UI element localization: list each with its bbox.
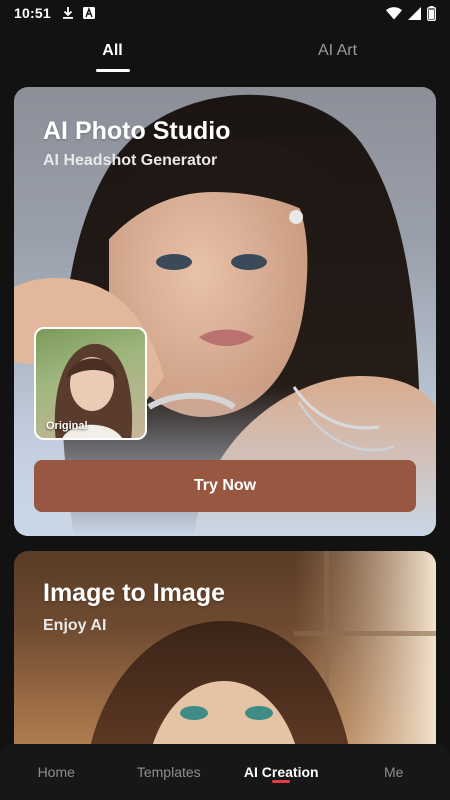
card-subtitle: AI Headshot Generator xyxy=(43,152,218,169)
nav-templates-label: Templates xyxy=(136,764,201,780)
nav-active-indicator xyxy=(272,780,291,783)
original-thumbnail: Original xyxy=(34,327,147,440)
card-title: Image to Image xyxy=(43,579,225,607)
card-subtitle: Enjoy AI xyxy=(43,617,107,634)
nav-home-label: Home xyxy=(37,764,75,780)
bottom-nav: Home Templates AI Creation Me xyxy=(0,744,450,800)
nav-ai-creation-label: AI Creation xyxy=(243,764,319,780)
nav-ai-creation[interactable]: AI Creation xyxy=(225,744,338,800)
signal-icon xyxy=(408,6,421,20)
tab-ai-art[interactable]: AI Art xyxy=(225,30,450,72)
a-square-icon xyxy=(82,7,95,19)
battery-icon xyxy=(427,5,436,21)
nav-templates[interactable]: Templates xyxy=(113,744,226,800)
top-tabs: All AI Art xyxy=(0,30,450,72)
original-label: Original xyxy=(46,420,88,432)
card-title: AI Photo Studio xyxy=(43,117,231,145)
tab-all-label: All xyxy=(102,42,123,59)
wifi-icon xyxy=(386,6,402,20)
try-now-button[interactable]: Try Now xyxy=(34,460,416,512)
nav-me[interactable]: Me xyxy=(338,744,450,800)
nav-home[interactable]: Home xyxy=(0,744,113,800)
status-time: 10:51 xyxy=(14,5,51,21)
status-bar: 10:51 xyxy=(0,0,450,26)
tab-active-underline xyxy=(95,69,130,72)
nav-me-label: Me xyxy=(384,764,404,780)
download-icon xyxy=(61,6,75,20)
tab-ai-art-label: AI Art xyxy=(317,42,358,59)
ai-photo-studio-card[interactable]: AI Photo Studio AI Headshot Generator Or… xyxy=(14,87,436,536)
tab-all[interactable]: All xyxy=(0,30,225,72)
